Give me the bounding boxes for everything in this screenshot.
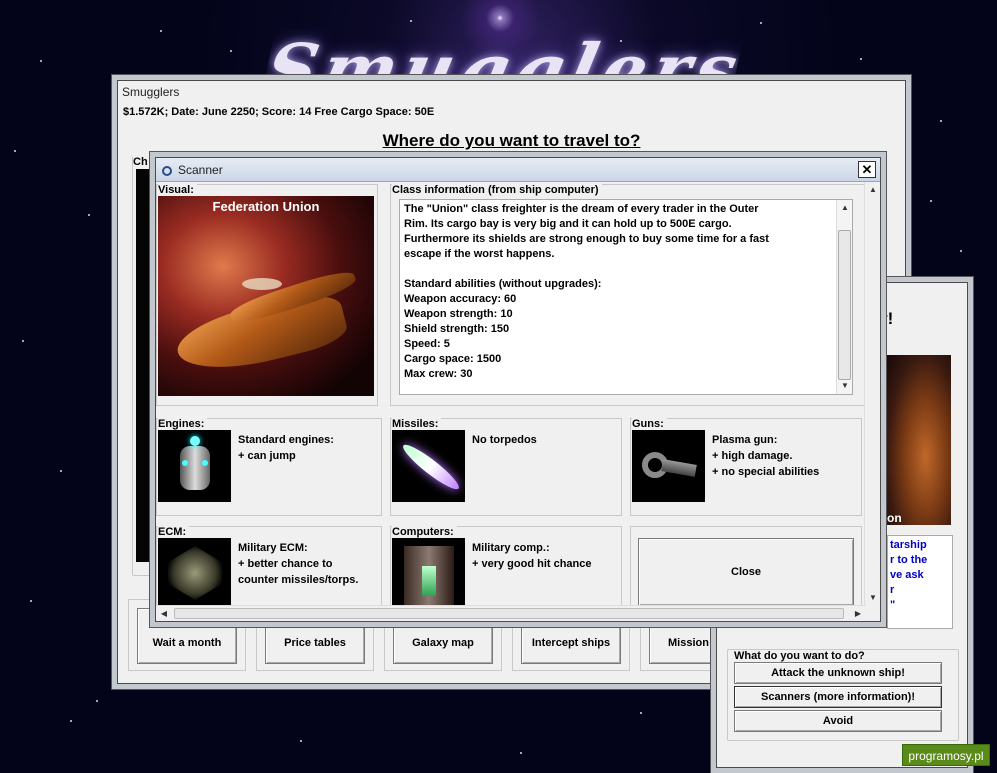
class-info-line: Max crew: 30 xyxy=(404,368,473,380)
ship-image: Federation Union xyxy=(158,196,374,396)
gun-icon xyxy=(632,430,705,502)
engines-line: + can jump xyxy=(238,450,296,462)
scanner-vertical-scrollbar[interactable]: ▲ ▼ xyxy=(864,182,880,606)
class-info-scrollbar[interactable]: ▲ ▼ xyxy=(836,200,852,394)
class-info-line: Standard abilities (without upgrades): xyxy=(404,278,602,290)
class-info-line: escape if the worst happens. xyxy=(404,248,555,260)
encounter-message: tarship r to the ve ask r " xyxy=(887,535,953,629)
scanner-app-icon xyxy=(162,165,172,176)
encounter-message-line: " xyxy=(890,599,896,611)
ecm-line: counter missiles/torps. xyxy=(238,574,359,586)
avoid-button[interactable]: Avoid xyxy=(734,710,942,732)
action-question: What do you want to do? xyxy=(734,650,865,662)
class-info-scroll-thumb[interactable] xyxy=(838,230,851,380)
close-icon[interactable]: ✕ xyxy=(858,161,876,178)
missile-icon xyxy=(392,430,465,502)
engine-icon xyxy=(158,430,231,502)
visual-groupbox: Visual: Federation Union xyxy=(156,184,378,406)
engines-label: Engines: xyxy=(158,418,208,430)
computers-description: Military comp.: + very good hit chance xyxy=(472,540,592,572)
scroll-up-icon[interactable]: ▲ xyxy=(865,182,881,198)
encounter-message-line: tarship xyxy=(890,539,927,551)
ecm-line: + better chance to xyxy=(238,558,333,570)
guns-label: Guns: xyxy=(632,418,667,430)
class-info-line: Weapon accuracy: 60 xyxy=(404,293,517,305)
encounter-message-line: r xyxy=(890,584,895,596)
guns-description: Plasma gun: + high damage. + no special … xyxy=(712,432,819,480)
scanners-button[interactable]: Scanners (more information)! xyxy=(734,686,942,708)
computers-line: Military comp.: xyxy=(472,542,550,554)
missiles-description: No torpedos xyxy=(472,432,537,448)
engines-line: Standard engines: xyxy=(238,434,334,446)
class-info-line: Shield strength: 150 xyxy=(404,323,510,335)
status-line: $1.572K; Date: June 2250; Score: 14 Free… xyxy=(123,106,435,118)
close-button[interactable]: Close xyxy=(638,538,854,606)
scanner-dialog: Scanner ✕ Visual: Federation Union Class… xyxy=(155,157,881,622)
class-info-label: Class information (from ship computer) xyxy=(392,184,602,196)
class-info-line: Rim. Its cargo bay is very big and it ca… xyxy=(404,218,732,230)
computers-groupbox: Computers: Military comp.: + very good h… xyxy=(390,526,622,606)
missiles-label: Missiles: xyxy=(392,418,442,430)
encounter-heading: r! xyxy=(881,309,894,328)
computer-icon xyxy=(392,538,465,606)
visual-label: Visual: xyxy=(158,184,197,196)
encounter-ship-image xyxy=(887,355,951,525)
encounter-message-line: ve ask xyxy=(890,569,924,581)
guns-line: + no special abilities xyxy=(712,466,820,478)
watermark: programosy.pl xyxy=(902,744,990,766)
ecm-label: ECM: xyxy=(158,526,190,538)
attack-button[interactable]: Attack the unknown ship! xyxy=(734,662,942,684)
travel-heading: Where do you want to travel to? xyxy=(382,131,641,150)
ecm-description: Military ECM: + better chance to counter… xyxy=(238,540,358,588)
class-info-line: Cargo space: 1500 xyxy=(404,353,502,365)
scroll-up-icon[interactable]: ▲ xyxy=(837,200,853,216)
engines-description: Standard engines: + can jump xyxy=(238,432,334,464)
scroll-right-icon[interactable]: ▶ xyxy=(850,606,866,622)
main-window-title: Smugglers xyxy=(122,85,180,99)
ecm-groupbox: ECM: Military ECM: + better chance to co… xyxy=(156,526,382,606)
encounter-image-caption: on xyxy=(887,511,902,525)
guns-line: Plasma gun: xyxy=(712,434,778,446)
horizontal-scroll-thumb[interactable] xyxy=(174,608,844,619)
missiles-line: No torpedos xyxy=(472,434,537,446)
scanner-horizontal-scrollbar[interactable]: ◀ ▶ xyxy=(156,605,866,621)
guns-line: + high damage. xyxy=(712,450,793,462)
encounter-message-line: r to the xyxy=(890,554,928,566)
class-info-line: Furthermore its shields are strong enoug… xyxy=(404,233,769,245)
class-info-groupbox: Class information (from ship computer) T… xyxy=(390,184,865,406)
scanner-title: Scanner xyxy=(178,163,223,177)
ecm-line: Military ECM: xyxy=(238,542,308,554)
action-groupbox: What do you want to do? Attack the unkno… xyxy=(727,649,959,741)
left-groupbox-label: Ch xyxy=(133,156,151,168)
scroll-left-icon[interactable]: ◀ xyxy=(156,606,172,622)
class-info-line: Weapon strength: 10 xyxy=(404,308,513,320)
scanner-titlebar: Scanner xyxy=(156,158,880,182)
computers-line: + very good hit chance xyxy=(472,558,592,570)
scroll-down-icon[interactable]: ▼ xyxy=(865,590,881,606)
guns-groupbox: Guns: Plasma gun: + high damage. + no sp… xyxy=(630,418,862,516)
missiles-groupbox: Missiles: No torpedos xyxy=(390,418,622,516)
class-info-textbox[interactable]: The "Union" class freighter is the dream… xyxy=(399,199,853,395)
scroll-down-icon[interactable]: ▼ xyxy=(837,378,853,394)
computers-label: Computers: xyxy=(392,526,457,538)
class-info-line: The "Union" class freighter is the dream… xyxy=(404,203,759,215)
ship-name-caption: Federation Union xyxy=(212,199,320,214)
class-info-line: Speed: 5 xyxy=(404,338,450,350)
class-info-line xyxy=(404,262,834,277)
engines-groupbox: Engines: Standard engines: + can jump xyxy=(156,418,382,516)
ecm-icon xyxy=(158,538,231,606)
